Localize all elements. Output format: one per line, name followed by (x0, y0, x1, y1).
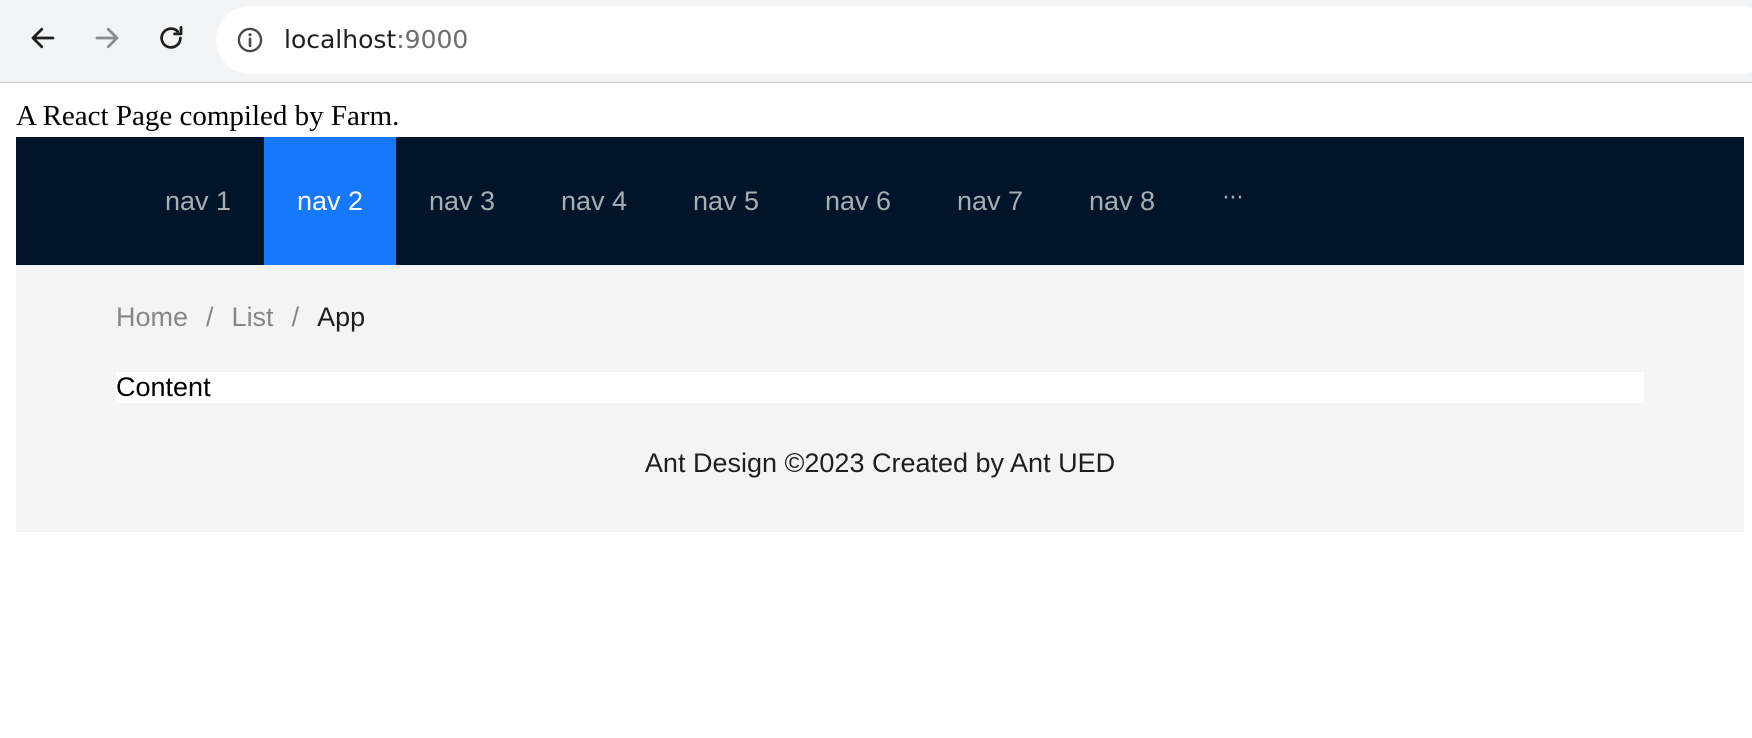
info-icon[interactable] (236, 26, 264, 54)
forward-button[interactable] (88, 19, 126, 57)
reload-button[interactable] (152, 19, 190, 57)
page-viewport: A React Page compiled by Farm. nav 1 nav… (0, 83, 1752, 738)
nav-item-6[interactable]: nav 6 (792, 137, 924, 265)
menu-overflow-ellipsis-icon[interactable]: ··· (1188, 137, 1278, 265)
breadcrumb-home[interactable]: Home (116, 302, 188, 333)
arrow-right-icon (95, 27, 119, 49)
url-host: localhost (284, 25, 397, 54)
content-area: Content (116, 372, 1644, 403)
nav-item-5[interactable]: nav 5 (660, 137, 792, 265)
page-heading: A React Page compiled by Farm. (16, 100, 400, 132)
breadcrumb-separator: / (291, 301, 300, 332)
reload-icon (160, 26, 183, 49)
url-port: :9000 (396, 25, 469, 54)
top-nav-menu: nav 1 nav 2 nav 3 nav 4 nav 5 nav 6 nav … (132, 137, 1278, 265)
breadcrumb-list[interactable]: List (232, 302, 274, 333)
nav-item-2[interactable]: nav 2 (264, 137, 396, 265)
url-text[interactable]: localhost:9000 (284, 6, 468, 74)
browser-toolbar: localhost:9000 (0, 0, 1752, 83)
footer: Ant Design ©2023 Created by Ant UED (644, 447, 1116, 478)
nav-item-4[interactable]: nav 4 (528, 137, 660, 265)
nav-item-7[interactable]: nav 7 (924, 137, 1056, 265)
nav-item-8[interactable]: nav 8 (1056, 137, 1188, 265)
top-header: nav 1 nav 2 nav 3 nav 4 nav 5 nav 6 nav … (16, 137, 1744, 265)
arrow-left-icon (31, 27, 55, 49)
breadcrumb: Home / List / App (116, 297, 365, 337)
address-bar[interactable]: localhost:9000 (216, 6, 1752, 74)
app-layout: nav 1 nav 2 nav 3 nav 4 nav 5 nav 6 nav … (16, 137, 1744, 532)
breadcrumb-app: App (317, 301, 366, 332)
nav-item-3[interactable]: nav 3 (396, 137, 528, 265)
breadcrumb-separator: / (206, 301, 214, 332)
back-button[interactable] (24, 19, 62, 57)
nav-item-1[interactable]: nav 1 (132, 137, 264, 265)
